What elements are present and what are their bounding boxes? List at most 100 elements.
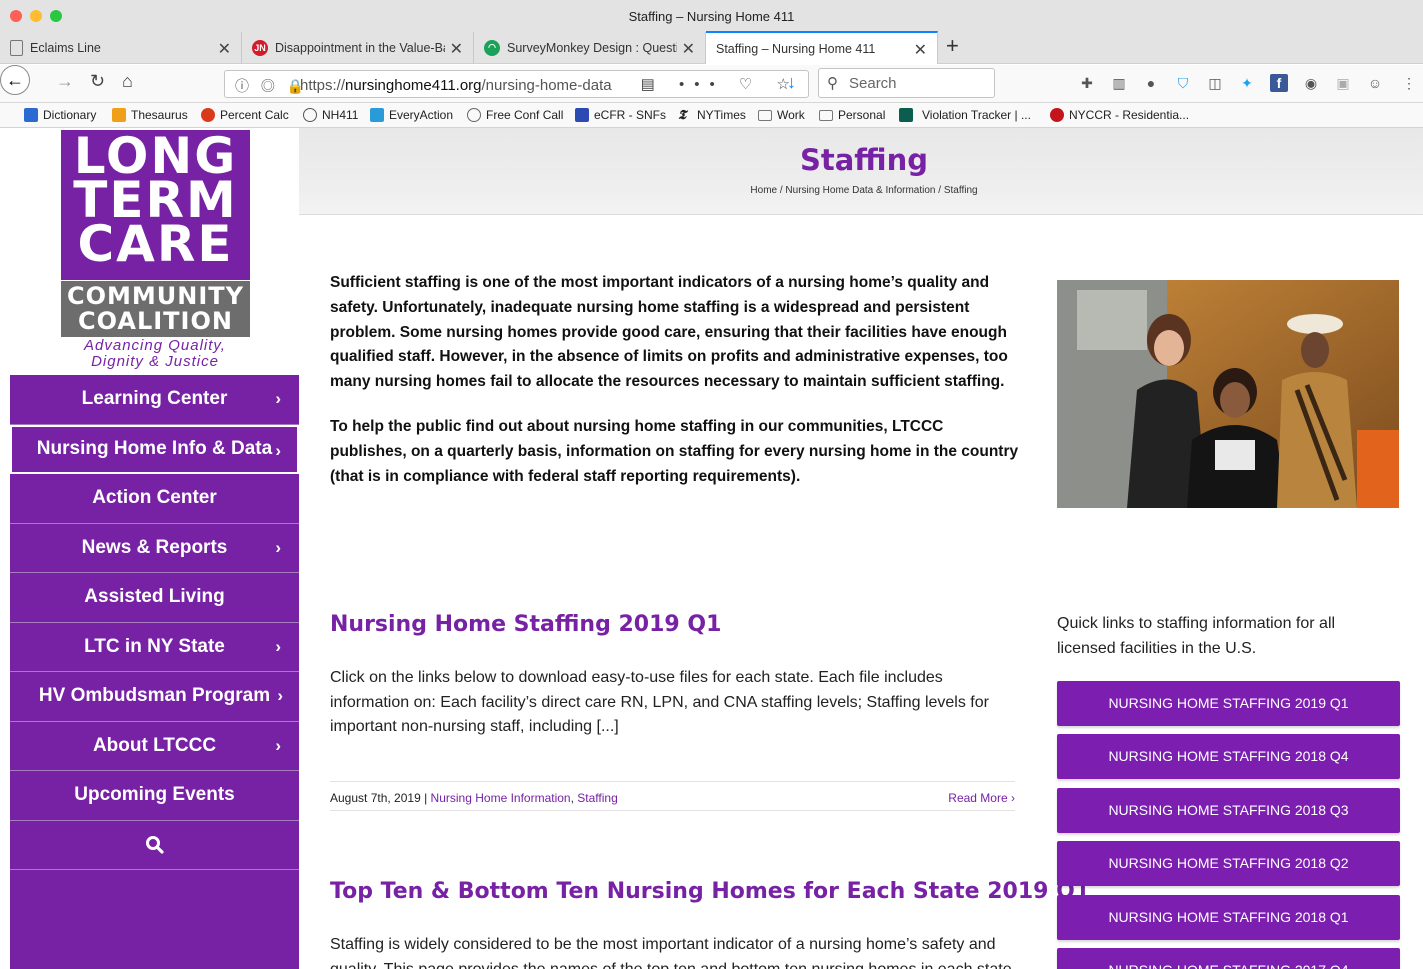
- search-icon: [145, 835, 164, 854]
- new-tab-icon[interactable]: +: [946, 33, 959, 59]
- reader-view-icon[interactable]: ▤: [641, 76, 665, 93]
- page-icon: [10, 39, 23, 56]
- twitter-icon[interactable]: ✦: [1238, 74, 1256, 92]
- tab-disappointment[interactable]: JN Disappointment in the Value-Ba ✕: [242, 32, 474, 63]
- site-logo[interactable]: LONG TERM CARE COMMUNITY COALITION Advan…: [10, 128, 299, 375]
- read-more-link[interactable]: Read More ›: [948, 791, 1015, 805]
- tab-staffing[interactable]: Staffing – Nursing Home 411 ✕: [706, 31, 938, 64]
- main-menu: Learning Center › Nursing Home Info & Da…: [10, 375, 299, 870]
- menu-item-ltc-ny-state[interactable]: LTC in NY State ›: [10, 623, 299, 672]
- circle-extension-icon[interactable]: ●: [1142, 74, 1160, 92]
- reload-icon[interactable]: ↻: [90, 71, 105, 92]
- post-excerpt: Staffing is widely considered to be the …: [330, 936, 1012, 969]
- post-title-top-ten[interactable]: Top Ten & Bottom Ten Nursing Homes for E…: [330, 879, 1090, 904]
- page-title: Staffing: [799, 143, 929, 177]
- close-tab-icon[interactable]: ✕: [218, 39, 231, 59]
- advocates-photo: [1057, 280, 1399, 508]
- bookmark-nytimes[interactable]: 𝕿 NYTimes: [678, 108, 746, 123]
- category-link[interactable]: Nursing Home Information: [431, 791, 571, 805]
- staffing-2017-q4-button[interactable]: NURSING HOME STAFFING 2017 Q4: [1057, 948, 1400, 969]
- apple-icon: [201, 108, 215, 122]
- navigation-toolbar: ← → ↻ ⌂ ⓘ ◎ 🔒 https://nursinghome411.org…: [0, 65, 1423, 103]
- logo-gray-block: COMMUNITY COALITION: [61, 281, 250, 337]
- web-page: LONG TERM CARE COMMUNITY COALITION Advan…: [0, 128, 1423, 969]
- shield-extension-icon[interactable]: ⛉: [1174, 74, 1192, 92]
- window-title: Staffing – Nursing Home 411: [628, 9, 795, 24]
- tab-surveymonkey[interactable]: ◠ SurveyMonkey Design : Questio ✕: [474, 32, 706, 63]
- menu-item-learning-center[interactable]: Learning Center ›: [10, 375, 299, 425]
- url-bar[interactable]: ⓘ ◎ 🔒 https://nursinghome411.org/nursing…: [224, 70, 809, 98]
- url-text[interactable]: https://nursinghome411.org/nursing-home-…: [300, 77, 630, 94]
- menu-item-nursing-home-info[interactable]: Nursing Home Info & Data ›: [10, 424, 299, 474]
- menu-item-news-reports[interactable]: News & Reports ›: [10, 524, 299, 573]
- library-icon[interactable]: ▥: [1110, 74, 1128, 92]
- logo-text-community: COMMUNITY: [66, 282, 245, 310]
- close-tab-icon[interactable]: ✕: [450, 39, 463, 59]
- chevron-right-icon: ›: [275, 636, 281, 656]
- site-info-icon[interactable]: ⓘ ◎ 🔒: [235, 76, 308, 96]
- post-title-staffing-2019-q1[interactable]: Nursing Home Staffing 2019 Q1: [330, 612, 721, 637]
- staffing-2018-q4-button[interactable]: NURSING HOME STAFFING 2018 Q4: [1057, 734, 1400, 779]
- bookmark-thesaurus[interactable]: Thesaurus: [112, 108, 188, 122]
- folder-icon: [758, 109, 772, 121]
- surveymonkey-icon: ◠: [484, 39, 500, 56]
- nyccr-icon: [1050, 108, 1064, 122]
- bookmark-folder-work[interactable]: Work: [758, 108, 805, 122]
- tab-label: Disappointment in the Value-Ba: [275, 40, 445, 55]
- pocket-icon[interactable]: ♡: [739, 76, 762, 93]
- chevron-right-icon: ›: [277, 686, 283, 705]
- overflow-menu-icon[interactable]: ⋮: [1400, 74, 1418, 92]
- logo-text-coalition: COALITION: [78, 307, 233, 335]
- menu-item-upcoming-events[interactable]: Upcoming Events: [10, 771, 299, 821]
- tab-label: Staffing – Nursing Home 411: [716, 41, 876, 56]
- chevron-right-icon: ›: [275, 440, 281, 460]
- forward-arrow-icon[interactable]: →: [56, 71, 74, 92]
- everyaction-icon: [370, 108, 384, 122]
- logo-text-care: CARE: [77, 215, 234, 273]
- staffing-2019-q1-button[interactable]: NURSING HOME STAFFING 2019 Q1: [1057, 681, 1400, 726]
- bookmark-dictionary[interactable]: Dictionary: [24, 108, 96, 122]
- post-excerpt: Click on the links below to download eas…: [330, 669, 989, 735]
- logo-purple-block: LONG TERM CARE: [61, 130, 250, 280]
- menu-search-button[interactable]: [10, 821, 299, 870]
- tab-strip: Eclaims Line ✕ JN Disappointment in the …: [0, 30, 1423, 64]
- staffing-2018-q1-button[interactable]: NURSING HOME STAFFING 2018 Q1: [1057, 895, 1400, 940]
- staffing-2018-q3-button[interactable]: NURSING HOME STAFFING 2018 Q3: [1057, 788, 1400, 833]
- facebook-icon[interactable]: f: [1270, 74, 1288, 92]
- download-icon[interactable]: ↓: [787, 72, 796, 93]
- home-icon[interactable]: ⌂: [122, 71, 133, 92]
- puzzle-extension-icon[interactable]: ✚: [1078, 74, 1096, 92]
- staffing-2018-q2-button[interactable]: NURSING HOME STAFFING 2018 Q2: [1057, 841, 1400, 886]
- tab-eclaims[interactable]: Eclaims Line ✕: [0, 32, 242, 63]
- bookmark-violation-tracker[interactable]: Violation Tracker | ...: [899, 108, 1031, 122]
- bookmarks-bar: Dictionary Thesaurus Percent Calc NH411 …: [0, 103, 1423, 128]
- gray-extension-icon[interactable]: ▣: [1334, 74, 1352, 92]
- thesaurus-icon: [112, 108, 126, 122]
- bookmark-nh411[interactable]: NH411: [303, 108, 358, 122]
- camera-extension-icon[interactable]: ◉: [1302, 74, 1320, 92]
- bookmark-ecfr[interactable]: eCFR - SNFs: [575, 108, 666, 122]
- close-tab-icon[interactable]: ✕: [682, 39, 695, 59]
- menu-item-about-ltccc[interactable]: About LTCCC ›: [10, 722, 299, 771]
- menu-item-action-center[interactable]: Action Center: [10, 474, 299, 524]
- bookmark-nyccr[interactable]: NYCCR - Residentia...: [1050, 108, 1189, 122]
- back-arrow-icon[interactable]: ←: [0, 65, 30, 95]
- tab-label: Eclaims Line: [30, 40, 101, 55]
- bookmark-free-conf-call[interactable]: Free Conf Call: [467, 108, 563, 122]
- bookmark-percent-calc[interactable]: Percent Calc: [201, 108, 289, 122]
- menu-item-hv-ombudsman[interactable]: HV Ombudsman Program ›: [10, 672, 299, 722]
- logo-tagline: Advancing Quality, Dignity & Justice: [84, 337, 226, 370]
- bookmark-everyaction[interactable]: EveryAction: [370, 108, 453, 122]
- bookmark-folder-personal[interactable]: Personal: [819, 108, 885, 122]
- search-input[interactable]: ⚲ Search: [818, 68, 995, 98]
- close-tab-icon[interactable]: ✕: [914, 40, 927, 60]
- menu-item-assisted-living[interactable]: Assisted Living: [10, 573, 299, 623]
- search-icon: ⚲: [827, 75, 838, 92]
- category-link[interactable]: Staffing: [577, 791, 617, 805]
- tab-label: SurveyMonkey Design : Questio: [507, 40, 677, 55]
- page-actions-menu-icon[interactable]: •••: [679, 76, 725, 93]
- globe-icon: [303, 108, 317, 122]
- account-extension-icon[interactable]: ☺: [1366, 74, 1384, 92]
- sidebar-icon[interactable]: ◫: [1206, 74, 1224, 92]
- breadcrumb[interactable]: Home / Nursing Home Data & Information /…: [299, 185, 1423, 196]
